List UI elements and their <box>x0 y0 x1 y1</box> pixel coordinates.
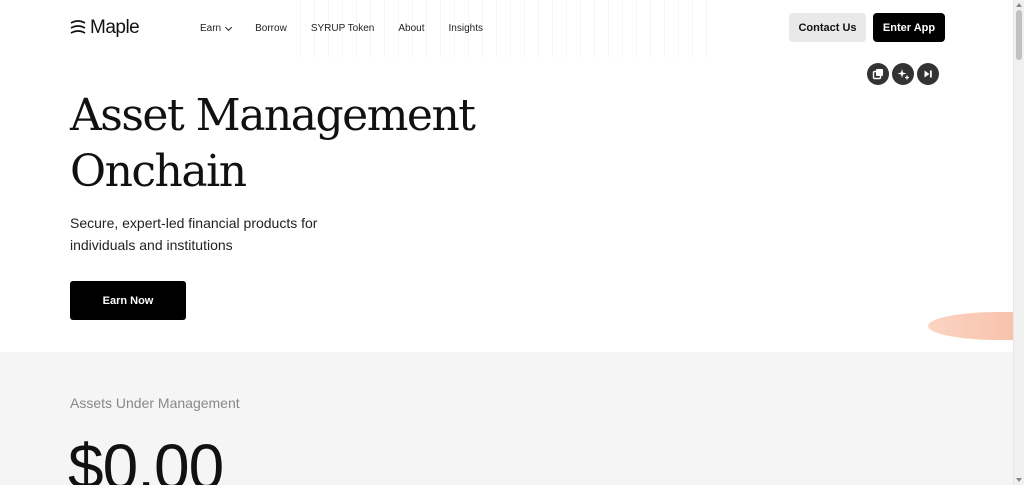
page: Maple Earn Borrow SYRUP Token About Insi… <box>0 0 1013 485</box>
nav-insights[interactable]: Insights <box>449 23 483 34</box>
copy-icon[interactable] <box>867 63 889 85</box>
enter-app-button[interactable]: Enter App <box>873 13 945 42</box>
site-header: Maple Earn Borrow SYRUP Token About Insi… <box>0 0 1013 58</box>
earn-now-button[interactable]: Earn Now <box>70 281 186 320</box>
hero-title-line2: Onchain <box>70 146 247 197</box>
sparkle-icon[interactable] <box>892 63 914 85</box>
nav-about[interactable]: About <box>398 23 424 34</box>
aum-label: Assets Under Management <box>70 395 240 411</box>
contact-us-button[interactable]: Contact Us <box>789 13 866 42</box>
decorative-blob <box>928 312 1013 340</box>
floating-toolbar <box>867 63 939 85</box>
logo-text: Maple <box>90 17 140 38</box>
hero-subtitle: Secure, expert-led financial products fo… <box>70 215 318 253</box>
scroll-down-arrow-icon[interactable] <box>1016 478 1022 482</box>
nav-syrup-token[interactable]: SYRUP Token <box>311 23 375 34</box>
main-nav: Earn Borrow SYRUP Token About Insights <box>200 23 507 34</box>
chevron-down-icon <box>225 23 233 31</box>
scroll-up-arrow-icon[interactable] <box>1016 3 1022 7</box>
skip-icon[interactable] <box>917 63 939 85</box>
aum-value: $0.00 <box>68 431 224 485</box>
nav-earn[interactable]: Earn <box>200 23 233 34</box>
maple-logo-icon <box>70 20 86 34</box>
page-scrollbar[interactable] <box>1013 0 1024 485</box>
nav-borrow[interactable]: Borrow <box>255 23 287 34</box>
logo[interactable]: Maple <box>70 17 140 39</box>
hero-title: Asset Management Onchain <box>70 88 476 200</box>
hero-title-line1: Asset Management <box>70 90 476 141</box>
aum-section: Assets Under Management $0.00 <box>0 352 1013 485</box>
scroll-thumb[interactable] <box>1016 10 1022 60</box>
